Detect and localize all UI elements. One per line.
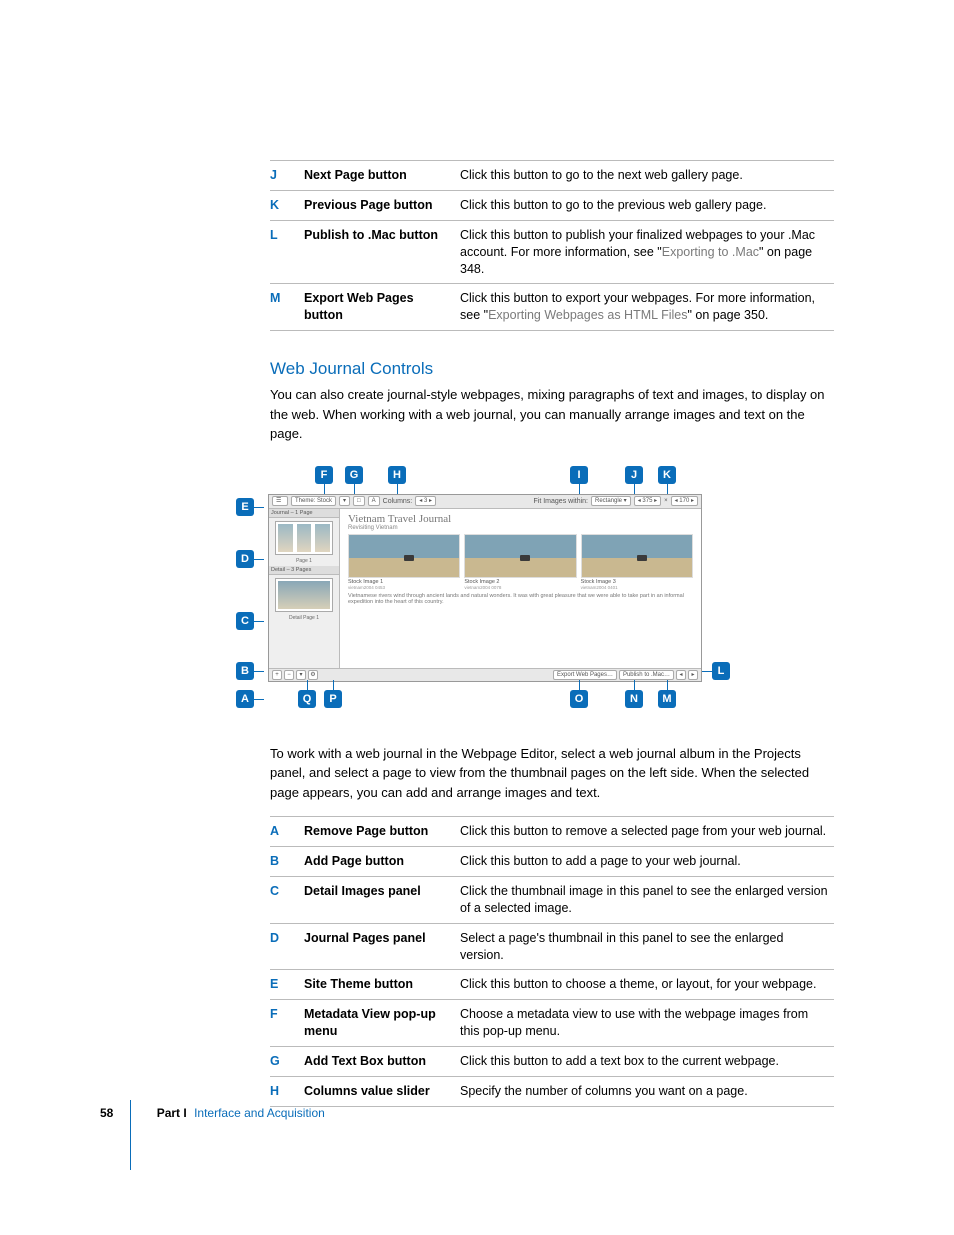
ref-letter: D [270, 923, 304, 970]
fit-shape-popup[interactable]: Rectangle ▾ [591, 496, 631, 506]
next-page-button[interactable]: ▸ [688, 670, 698, 680]
ref-name: Site Theme button [304, 970, 460, 1000]
journal-page-thumb[interactable] [275, 521, 333, 555]
callout-f: F [315, 466, 333, 484]
prev-page-button[interactable]: ◂ [676, 670, 686, 680]
ref-letter: J [270, 161, 304, 191]
ref-name: Previous Page button [304, 190, 460, 220]
ref-desc: Click this button to export your webpage… [460, 284, 834, 331]
callout-l: L [712, 662, 730, 680]
callout-e: E [236, 498, 254, 516]
reference-table-top: JNext Page buttonClick this button to go… [270, 160, 834, 331]
width-slider[interactable]: ◂ 375 ▸ [634, 496, 661, 506]
ref-desc: Select a page's thumbnail in this panel … [460, 923, 834, 970]
callout-b: B [236, 662, 254, 680]
ref-desc: Click this button to publish your finali… [460, 220, 834, 284]
ref-name: Export Web Pages button [304, 284, 460, 331]
ref-name: Add Text Box button [304, 1047, 460, 1077]
reference-table-bottom: ARemove Page buttonClick this button to … [270, 816, 834, 1107]
export-pages-button[interactable]: Export Web Pages… [553, 670, 617, 680]
callout-k: K [658, 466, 676, 484]
callout-h: H [388, 466, 406, 484]
columns-slider[interactable]: ◂ 3 ▸ [415, 496, 436, 506]
callout-g: G [345, 466, 363, 484]
ref-desc: Click the thumbnail image in this panel … [460, 876, 834, 923]
ref-letter: A [270, 817, 304, 847]
web-journal-figure: FGHIJK EDCBA QPONM L ☰ Theme: Stock ▾ □ … [230, 464, 834, 714]
part-name: Interface and Acquisition [194, 1106, 325, 1120]
ref-letter: H [270, 1076, 304, 1106]
callout-i: I [570, 466, 588, 484]
journal-image-card: Stock Image 3vietnam2004 0401 [581, 534, 693, 590]
ref-name: Publish to .Mac button [304, 220, 460, 284]
callout-o: O [570, 690, 588, 708]
ref-desc: Choose a metadata view to use with the w… [460, 1000, 834, 1047]
ref-letter: K [270, 190, 304, 220]
callout-n: N [625, 690, 643, 708]
callout-c: C [236, 612, 254, 630]
ref-desc: Click this button to add a text box to t… [460, 1047, 834, 1077]
editor-toolbar: ☰ Theme: Stock ▾ □ A Columns: ◂ 3 ▸ Fit … [269, 495, 701, 509]
callout-m: M [658, 690, 676, 708]
metadata-popup[interactable]: ▾ [339, 496, 350, 506]
ref-letter: G [270, 1047, 304, 1077]
ref-name: Detail Images panel [304, 876, 460, 923]
ref-desc: Specify the number of columns you want o… [460, 1076, 834, 1106]
ref-letter: B [270, 847, 304, 877]
ref-letter: L [270, 220, 304, 284]
callout-p: P [324, 690, 342, 708]
section-paragraph-1: You can also create journal-style webpag… [270, 385, 834, 444]
theme-button[interactable]: Theme: Stock [291, 496, 336, 506]
ref-name: Next Page button [304, 161, 460, 191]
ref-name: Journal Pages panel [304, 923, 460, 970]
ref-letter: C [270, 876, 304, 923]
ref-desc: Click this button to remove a selected p… [460, 817, 834, 847]
publish-mac-button[interactable]: Publish to .Mac… [619, 670, 674, 680]
callout-j: J [625, 466, 643, 484]
callout-q: Q [298, 690, 316, 708]
journal-preview: Vietnam Travel Journal Revisiting Vietna… [340, 509, 701, 669]
ref-desc: Click this button to choose a theme, or … [460, 970, 834, 1000]
add-text-button2[interactable]: A [368, 496, 380, 506]
detail-page-thumb[interactable] [275, 578, 333, 612]
ref-name: Columns value slider [304, 1076, 460, 1106]
callout-d: D [236, 550, 254, 568]
ref-desc: Click this button to go to the previous … [460, 190, 834, 220]
add-page-button[interactable]: + [272, 670, 282, 680]
journal-image-card: Stock Image 2vietnam2004 0078 [464, 534, 576, 590]
part-label: Part I [157, 1106, 187, 1120]
ref-name: Metadata View pop-up menu [304, 1000, 460, 1047]
add-text-button[interactable]: □ [353, 496, 365, 506]
ref-name: Remove Page button [304, 817, 460, 847]
callout-a: A [236, 690, 254, 708]
ref-name: Add Page button [304, 847, 460, 877]
page-footer: 58 Part I Interface and Acquisition [100, 1106, 325, 1120]
ref-letter: F [270, 1000, 304, 1047]
page-action-popup[interactable]: ▾ [296, 670, 306, 680]
page-number: 58 [100, 1106, 113, 1120]
webpage-editor-window: ☰ Theme: Stock ▾ □ A Columns: ◂ 3 ▸ Fit … [268, 494, 702, 682]
section-paragraph-2: To work with a web journal in the Webpag… [270, 744, 834, 803]
journal-image-card: Stock Image 1vietnam2004 0453 [348, 534, 460, 590]
ref-desc: Click this button to add a page to your … [460, 847, 834, 877]
height-slider[interactable]: ◂ 170 ▸ [671, 496, 698, 506]
section-heading: Web Journal Controls [270, 359, 834, 379]
page-settings-icon[interactable]: ⚙ [308, 670, 318, 680]
pages-sidebar: Journal – 1 Page Page 1 Detail – 3 Pages… [269, 509, 340, 669]
ref-letter: M [270, 284, 304, 331]
ref-desc: Click this button to go to the next web … [460, 161, 834, 191]
ref-letter: E [270, 970, 304, 1000]
remove-page-button[interactable]: − [284, 670, 294, 680]
